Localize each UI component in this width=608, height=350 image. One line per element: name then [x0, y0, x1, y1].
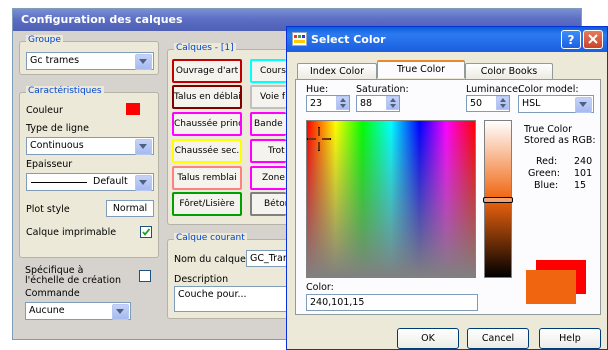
luminance-label: Luminance:	[466, 84, 522, 95]
layer-button-cours[interactable]: Cours	[250, 59, 286, 83]
layer-button-zone[interactable]: Zone	[250, 166, 286, 190]
layer-name-label: Nom du calque	[174, 254, 246, 265]
thickness-value: Default	[93, 176, 128, 187]
blue-label: Blue:	[534, 180, 559, 191]
help-button[interactable]: Help	[539, 328, 601, 349]
plotstyle-label: Plot style	[26, 204, 70, 215]
current-layer-group: Calque courant Nom du calque GC_Tram Des…	[167, 233, 298, 319]
thickness-select[interactable]: Default	[26, 173, 154, 191]
check-icon	[142, 228, 151, 236]
crosshair-icon	[307, 127, 331, 151]
description-field[interactable]: Couche pour...	[174, 286, 298, 312]
blue-value: 15	[574, 180, 587, 191]
description-label: Description	[174, 274, 229, 285]
linetype-label: Type de ligne	[26, 123, 89, 134]
command-value: Aucune	[29, 305, 65, 316]
layer-button-talus-deblai[interactable]: Talus en déblai	[172, 85, 242, 109]
current-layer-label: Calque courant	[174, 233, 247, 243]
chevron-down-icon[interactable]	[135, 175, 152, 191]
couleur-swatch[interactable]	[126, 103, 140, 115]
command-label: Commande	[25, 288, 80, 299]
hue-saturation-spectrum[interactable]	[306, 120, 476, 278]
color-model-select[interactable]: HSL	[518, 95, 594, 113]
color-model-label: Color model:	[518, 84, 579, 95]
chevron-down-icon[interactable]	[112, 304, 129, 320]
luminance-field[interactable]: 50	[466, 95, 510, 112]
layer-button-voie[interactable]: Voie f	[250, 85, 286, 109]
green-label: Green:	[528, 168, 560, 179]
layer-button-chaussee-princ[interactable]: Chaussée princ.	[172, 112, 242, 136]
hue-label: Hue:	[306, 84, 329, 95]
layer-button-chaussee-sec[interactable]: Chaussée sec.	[172, 139, 242, 163]
hue-field[interactable]: 23	[306, 95, 350, 112]
color-model-value: HSL	[522, 98, 541, 109]
color-label: Color:	[306, 282, 334, 293]
command-select[interactable]: Aucune	[25, 302, 131, 320]
luminance-slider[interactable]	[483, 197, 513, 203]
layer-button-bande[interactable]: Bande d	[250, 112, 286, 136]
plotstyle-field[interactable]: Normal	[106, 200, 154, 217]
saturation-value: 88	[360, 98, 373, 109]
color-field[interactable]: 240,101,15	[306, 294, 478, 311]
groupe-select[interactable]: Gc trames	[26, 52, 154, 70]
layer-button-trot[interactable]: Trot	[250, 139, 286, 163]
chevron-down-icon[interactable]	[575, 97, 592, 113]
tab-index-color[interactable]: Index Color	[297, 63, 377, 79]
close-icon[interactable]	[583, 30, 603, 49]
help-question-icon[interactable]: ?	[561, 30, 581, 49]
thickness-label: Epaisseur	[26, 159, 73, 170]
luminance-spinner[interactable]	[496, 96, 509, 110]
chevron-down-icon[interactable]	[135, 139, 152, 155]
tab-color-books[interactable]: Color Books	[465, 63, 553, 79]
hue-value: 23	[310, 98, 323, 109]
luminance-value: 50	[470, 98, 483, 109]
caracteristiques-label: Caractéristiques	[26, 86, 104, 96]
line-preview	[31, 182, 87, 183]
palette-icon	[292, 32, 307, 46]
groupe-group: Groupe Gc trames	[19, 35, 159, 75]
groupe-label: Groupe	[26, 35, 63, 45]
red-value: 240	[574, 156, 593, 167]
linetype-select[interactable]: Continuous	[26, 137, 154, 155]
select-color-dialog: Select Color ? Index Color True Color Co…	[286, 26, 608, 350]
luminance-strip[interactable]	[483, 120, 513, 278]
stored-label: True Color Stored as RGB:	[524, 124, 596, 146]
saturation-field[interactable]: 88	[356, 95, 400, 112]
layers-label: Calques - [1]	[174, 43, 236, 53]
true-color-panel: Hue: 23 Saturation: 88 Luminance: 50 Col…	[295, 79, 601, 315]
couleur-label: Couleur	[26, 105, 63, 116]
scale-checkbox[interactable]	[139, 270, 151, 282]
dialog-title: Select Color	[287, 27, 607, 52]
linetype-value: Continuous	[30, 140, 84, 151]
tab-true-color[interactable]: True Color	[377, 60, 465, 78]
groupe-value: Gc trames	[30, 55, 80, 66]
saturation-spinner[interactable]	[386, 96, 399, 110]
layer-button-foret-lisiere[interactable]: Fôret/Lisière	[172, 192, 242, 216]
red-label: Red:	[536, 156, 558, 167]
caracteristiques-group: Caractéristiques Couleur Type de ligne C…	[19, 86, 159, 258]
saturation-label: Saturation:	[356, 84, 409, 95]
layer-button-ouvrage-dart[interactable]: Ouvrage d'art	[172, 59, 242, 83]
new-color-swatch	[526, 270, 576, 304]
scale-label: Spécifique à l'échelle de création	[25, 265, 122, 286]
green-value: 101	[574, 168, 593, 179]
chevron-down-icon[interactable]	[135, 54, 152, 70]
cancel-button[interactable]: Cancel	[467, 328, 529, 349]
printable-label: Calque imprimable	[26, 227, 117, 238]
hue-spinner[interactable]	[336, 96, 349, 110]
layer-button-beton[interactable]: Béton	[250, 192, 286, 216]
ok-button[interactable]: OK	[397, 328, 459, 349]
layer-button-talus-remblai[interactable]: Talus remblai	[172, 166, 242, 190]
printable-checkbox[interactable]	[140, 226, 152, 238]
